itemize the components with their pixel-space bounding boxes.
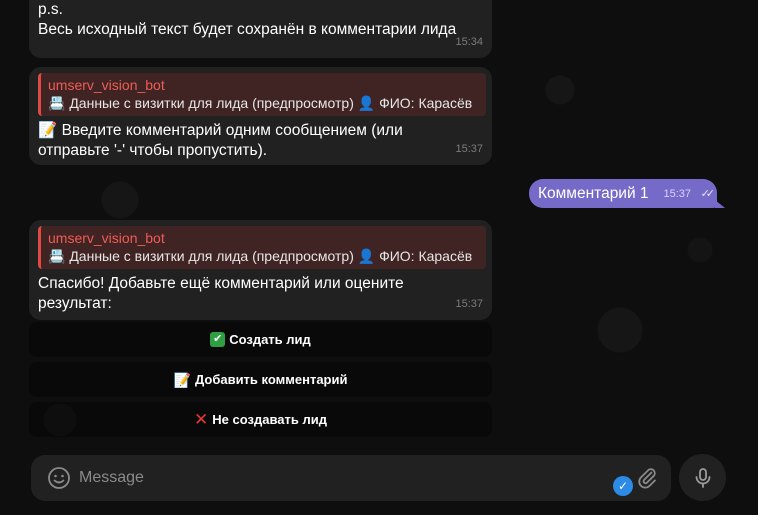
incoming-message[interactable]: umserv_vision_bot 📇 Данные с визитки для… [29, 220, 492, 320]
cross-mark-icon: ✕ [194, 410, 209, 429]
message-text: Комментарий 1 [538, 185, 649, 202]
message-text: 📝 Введите комментарий одним сообщением (… [38, 122, 403, 159]
reply-author: umserv_vision_bot [48, 77, 165, 93]
emoji-icon[interactable] [47, 466, 71, 490]
outgoing-message[interactable]: Комментарий 1 15:37 ✓✓ [529, 179, 717, 208]
attach-icon[interactable] [635, 466, 659, 490]
message-composer: ✓ [31, 455, 671, 501]
incoming-message[interactable]: umserv_vision_bot 📇 Данные с визитки для… [29, 67, 492, 165]
create-lead-button[interactable]: ✔ Создать лид [29, 322, 492, 357]
message-time: 15:37 [455, 298, 483, 310]
microphone-icon [695, 467, 710, 488]
message-text: Спасибо! Добавьте ещё комментарий или оц… [38, 275, 404, 312]
reply-quote[interactable]: umserv_vision_bot 📇 Данные с визитки для… [38, 73, 486, 116]
message-input[interactable] [79, 463, 599, 493]
reply-quote[interactable]: umserv_vision_bot 📇 Данные с визитки для… [38, 226, 486, 269]
incoming-message[interactable]: p.s. Весь исходный текст будет сохранён … [29, 0, 492, 58]
memo-icon: 📝 [173, 371, 191, 388]
reply-preview: 📇 Данные с визитки для лида (предпросмот… [48, 95, 473, 111]
add-comment-button[interactable]: 📝 Добавить комментарий [29, 362, 492, 397]
reply-author: umserv_vision_bot [48, 230, 165, 246]
microphone-button[interactable] [679, 454, 726, 501]
reply-preview: 📇 Данные с визитки для лида (предпросмот… [48, 248, 473, 264]
dont-create-lead-button[interactable]: ✕ Не создавать лид [29, 402, 492, 437]
double-check-icon: ✓✓ [700, 188, 716, 200]
check-mark-icon: ✔ [210, 332, 226, 347]
message-text: p.s. Весь исходный текст будет сохранён … [38, 1, 457, 38]
message-time: 15:37 [455, 143, 483, 155]
message-time: 15:37 [663, 188, 691, 200]
verified-check-icon: ✓ [613, 476, 633, 496]
message-time: 15:34 [455, 36, 483, 48]
